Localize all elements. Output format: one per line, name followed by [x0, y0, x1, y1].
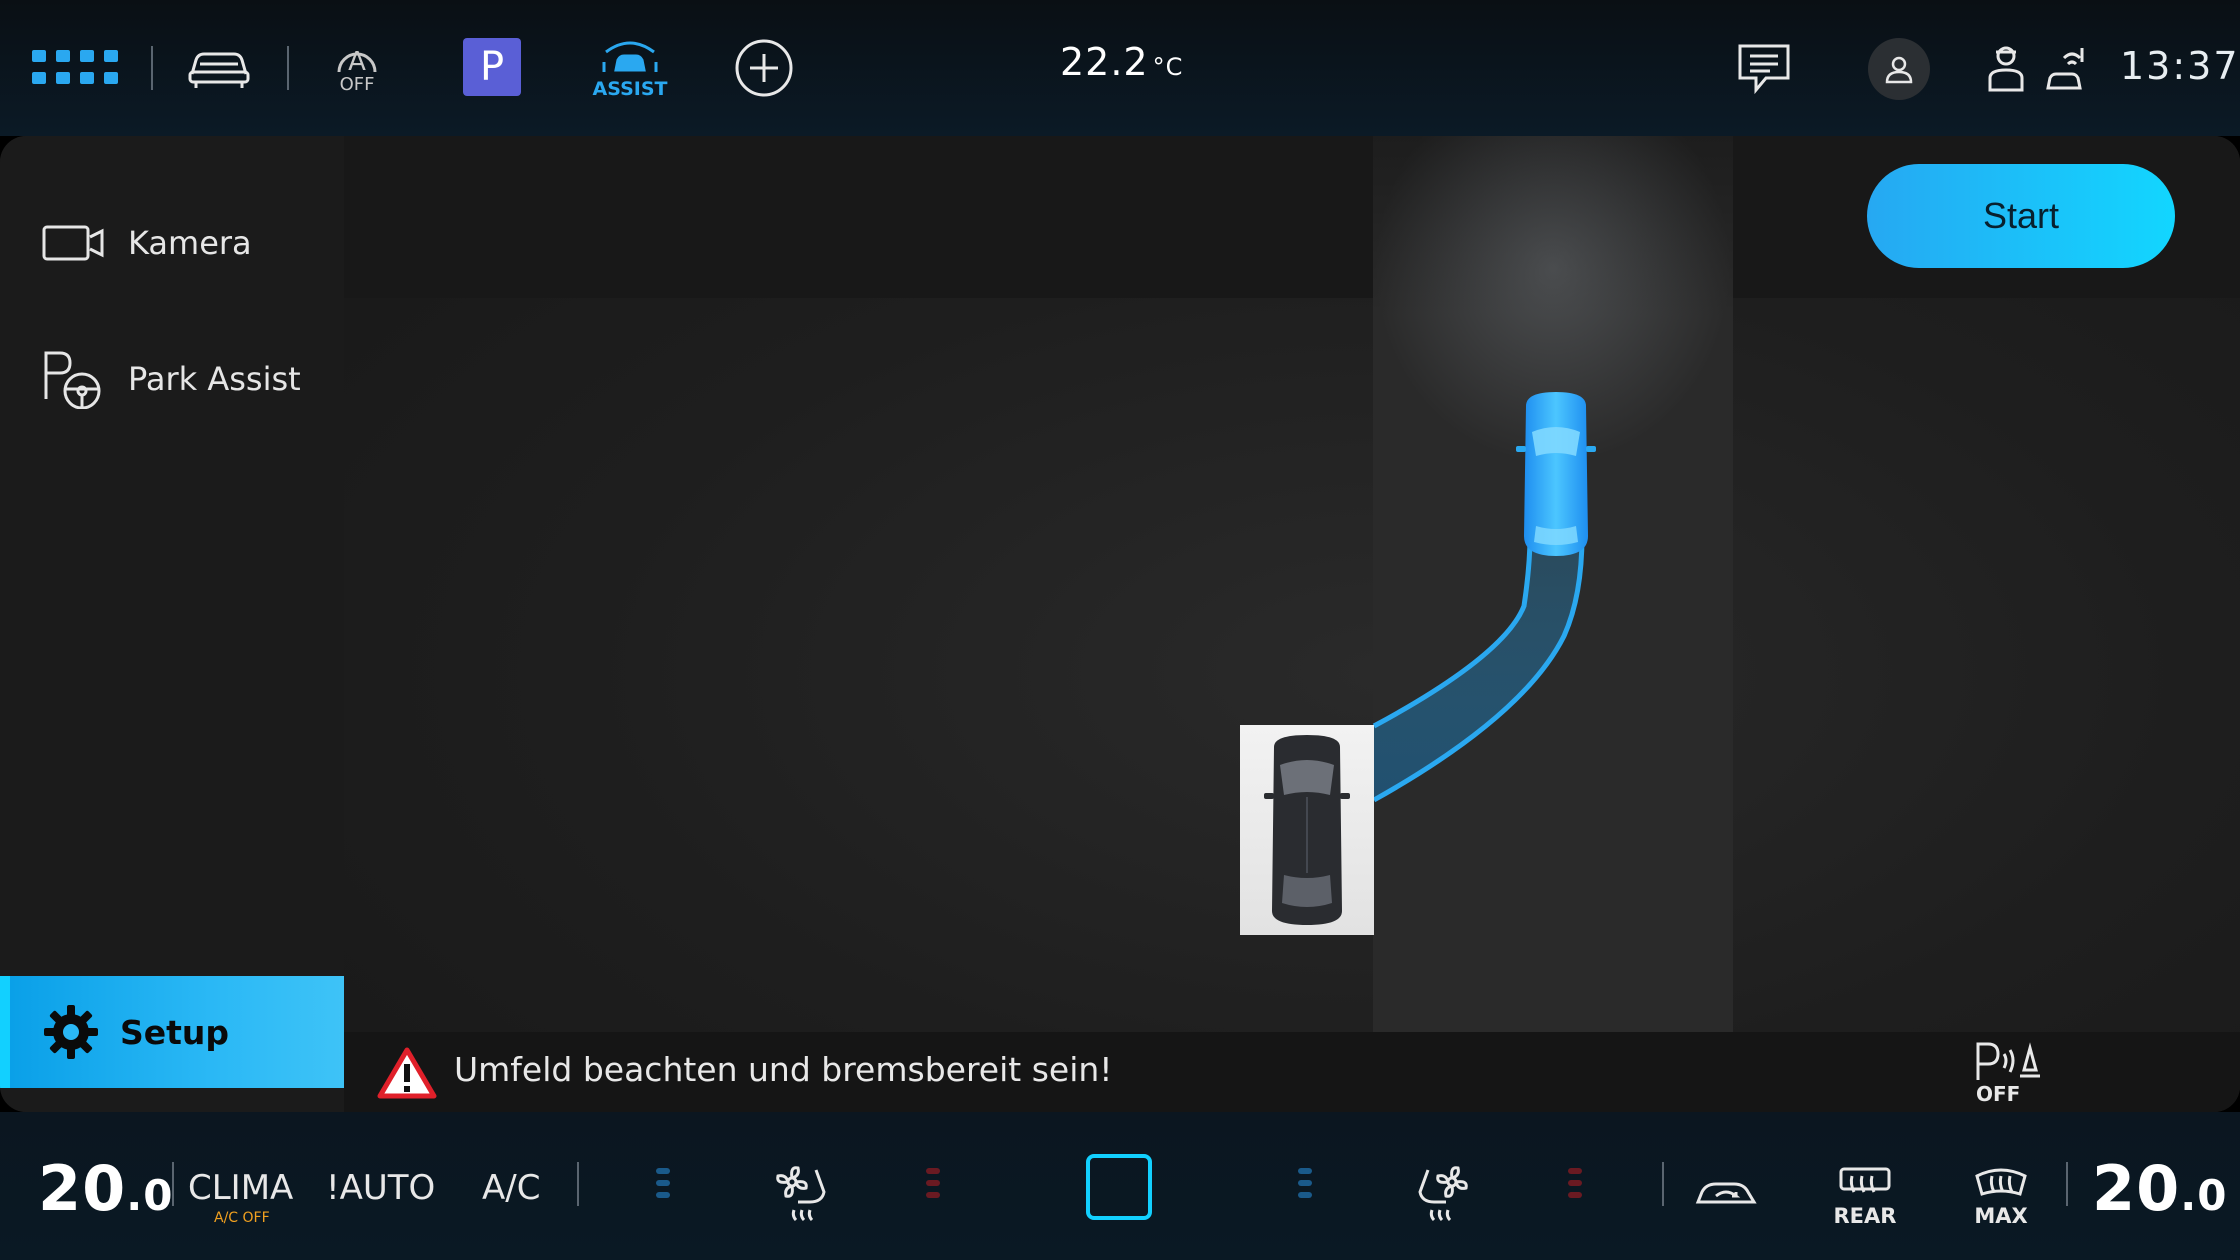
add-icon[interactable] — [734, 38, 794, 98]
clima-button[interactable]: CLIMA A/C OFF — [188, 1168, 294, 1238]
max-defrost-button[interactable]: MAX — [1968, 1160, 2034, 1234]
divider — [2066, 1162, 2068, 1206]
setup-button[interactable]: Setup — [0, 976, 344, 1088]
sidebar: Kamera Park Assist Setup — [0, 136, 344, 1112]
clima-label: CLIMA — [188, 1168, 294, 1208]
camera-icon — [42, 225, 104, 261]
park-button[interactable]: P — [463, 38, 521, 96]
left-temp-int: 20 — [38, 1152, 127, 1225]
temperature-unit: °C — [1152, 53, 1184, 81]
top-status-bar: A OFF P ASSIST 22.2 °C 13:37 — [0, 0, 2240, 136]
divider — [1662, 1162, 1664, 1206]
right-temp-int: 20 — [2092, 1152, 2181, 1225]
warning-triangle-icon — [377, 1047, 437, 1099]
svg-text:A: A — [348, 47, 366, 77]
right-seat-ventilation-icon[interactable] — [1410, 1162, 1474, 1226]
right-seat-cool-level — [1298, 1168, 1312, 1204]
right-temperature[interactable]: 20.0 — [2092, 1152, 2227, 1225]
park-assist-visualization: Start Umfeld beachten und bremsbereit se… — [344, 136, 2240, 1112]
left-temp-dec: .0 — [126, 1171, 174, 1220]
sidebar-item-label: Kamera — [128, 224, 252, 262]
left-seat-heat-level — [926, 1168, 940, 1204]
temperature-value: 22.2 — [1060, 40, 1149, 84]
rear-defrost-label: REAR — [1833, 1204, 1897, 1228]
assist-label: ASSIST — [592, 78, 668, 100]
divider — [577, 1162, 579, 1206]
auto-button[interactable]: !AUTO — [326, 1168, 435, 1208]
user-profile-icon[interactable] — [1868, 38, 1930, 100]
outside-temperature: 22.2 °C — [1060, 40, 1183, 84]
park-sensor-icon — [1976, 1042, 2040, 1080]
messages-icon[interactable] — [1736, 42, 1792, 96]
park-label: P — [479, 44, 505, 90]
divider — [172, 1162, 174, 1206]
sidebar-item-label: Park Assist — [128, 360, 301, 398]
gear-icon — [44, 1005, 98, 1059]
parked-vehicle-tile — [1240, 725, 1374, 935]
car-icon[interactable] — [186, 42, 252, 92]
assist-button[interactable]: ASSIST — [590, 36, 670, 102]
sidebar-item-kamera[interactable]: Kamera — [0, 188, 344, 298]
driver-icon[interactable] — [1986, 44, 2026, 94]
divider — [287, 46, 289, 90]
left-temperature[interactable]: 20.0 — [38, 1152, 173, 1225]
warning-banner: Umfeld beachten und bremsbereit sein! OF… — [344, 1032, 2240, 1112]
sidebar-item-park-assist[interactable]: Park Assist — [0, 324, 344, 434]
sync-button[interactable] — [1086, 1154, 1152, 1220]
clock: 13:37 — [2120, 44, 2240, 88]
max-defrost-label: MAX — [1974, 1204, 2028, 1228]
start-button[interactable]: Start — [1867, 164, 2175, 268]
clima-sub-label: A/C OFF — [214, 1210, 270, 1226]
connected-car-icon[interactable] — [2046, 44, 2086, 94]
climate-bar: 20.0 CLIMA A/C OFF !AUTO A/C REAR MAX 20… — [0, 1112, 2240, 1260]
rear-defrost-button[interactable]: REAR — [1832, 1160, 1898, 1234]
right-temp-dec: .0 — [2180, 1171, 2228, 1220]
park-steering-icon — [44, 351, 101, 409]
park-sensor-off-button[interactable]: OFF — [1972, 1040, 2044, 1106]
main-panel: Kamera Park Assist Setup Start Umfeld be… — [0, 136, 2240, 1112]
left-seat-cool-level — [656, 1168, 670, 1204]
start-label: Start — [1982, 195, 2060, 236]
max-defrost-icon — [1975, 1168, 2027, 1196]
ego-car-icon — [1516, 392, 1596, 556]
recirculation-icon[interactable] — [1694, 1172, 1758, 1212]
left-seat-ventilation-icon[interactable] — [770, 1162, 834, 1226]
park-sensor-label: OFF — [1976, 1082, 2021, 1106]
trajectory-path — [1372, 535, 1585, 803]
auto-hold-icon[interactable]: A OFF — [322, 36, 392, 98]
setup-label: Setup — [120, 1012, 230, 1052]
warning-text: Umfeld beachten und bremsbereit sein! — [454, 1050, 1113, 1089]
ac-button[interactable]: A/C — [482, 1168, 540, 1208]
divider — [151, 46, 153, 90]
auto-hold-label: OFF — [339, 73, 375, 95]
right-seat-heat-level — [1568, 1168, 1582, 1204]
parked-car-icon — [1264, 735, 1350, 925]
rear-defrost-icon — [1839, 1167, 1891, 1193]
app-grid-icon[interactable] — [30, 46, 124, 90]
